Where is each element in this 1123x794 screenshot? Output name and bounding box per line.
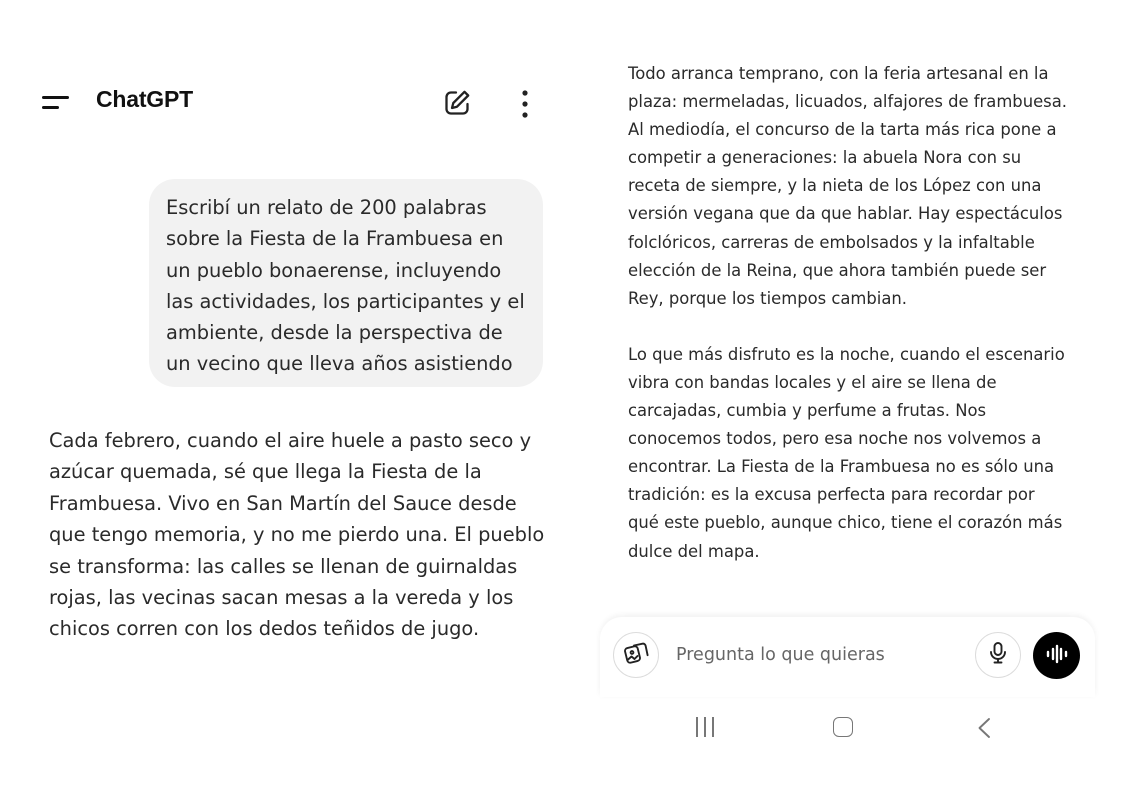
more-vertical-icon[interactable] (514, 88, 536, 120)
microphone-icon (988, 641, 1008, 669)
home-icon[interactable] (833, 717, 853, 737)
assistant-paragraph-3: Lo que más disfruto es la noche, cuando … (628, 344, 1065, 561)
assistant-response-continued: Todo arranca temprano, con la feria arte… (628, 60, 1068, 566)
prompt-input[interactable] (672, 640, 965, 670)
voice-mode-icon (1045, 644, 1069, 668)
menu-icon[interactable] (42, 96, 70, 112)
user-message-text: Escribí un relato de 200 palabras sobre … (166, 196, 525, 376)
microphone-button[interactable] (975, 632, 1021, 678)
app-title: ChatGPT (96, 86, 193, 112)
user-message-bubble: Escribí un relato de 200 palabras sobre … (149, 179, 543, 387)
recents-icon[interactable] (694, 717, 716, 737)
image-attach-button[interactable] (613, 632, 659, 678)
image-attach-icon (623, 640, 649, 670)
assistant-paragraph-2: Todo arranca temprano, con la feria arte… (628, 64, 1067, 308)
edit-icon[interactable] (442, 88, 472, 118)
assistant-paragraph-1: Cada febrero, cuando el aire huele a pas… (49, 429, 545, 641)
back-icon[interactable] (976, 716, 992, 740)
voice-mode-button[interactable] (1033, 632, 1080, 679)
